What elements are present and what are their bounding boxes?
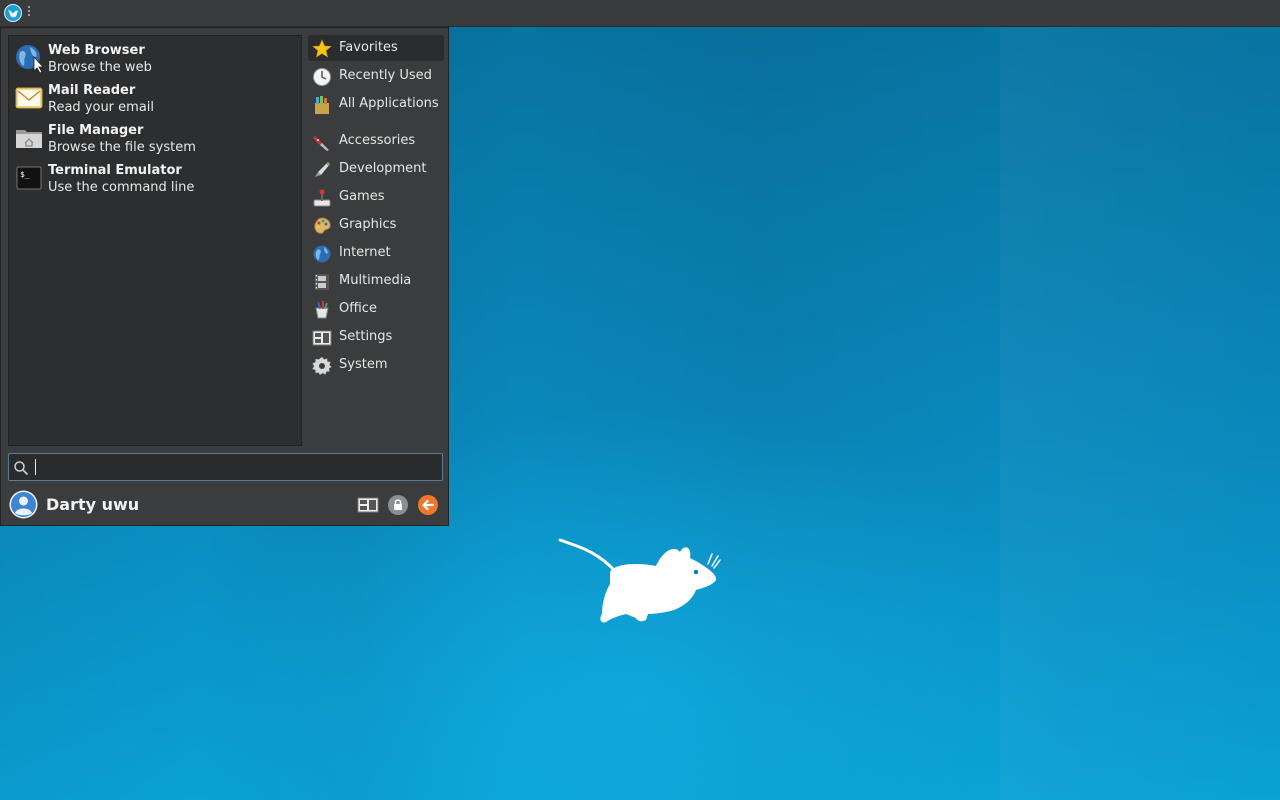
category-label: Internet [339,245,391,260]
favorite-description: Use the command line [48,180,195,195]
text-cursor [35,459,36,475]
favorite-file-manager[interactable]: File Manager Browse the file system [12,119,298,157]
lock-screen-button[interactable] [387,494,409,516]
favorite-title: Web Browser [48,43,145,58]
star-icon [312,39,332,59]
gear-icon [312,356,332,376]
settings-icon [312,328,332,348]
category-all-applications[interactable]: All Applications [308,91,444,117]
search-input[interactable] [39,457,438,479]
favorite-description: Browse the file system [48,140,196,155]
category-graphics[interactable]: Graphics [308,212,444,238]
category-label: System [339,357,388,372]
office-icon [312,300,332,320]
development-icon [312,160,332,180]
terminal-icon: $_ [14,163,44,193]
search-field[interactable] [8,453,443,481]
whisker-menu: Web Browser Browse the web Mail Reader R… [0,27,449,526]
settings-manager-icon [357,497,379,513]
envelope-icon [14,83,44,113]
category-internet[interactable]: Internet [308,240,444,266]
category-system[interactable]: System [308,352,444,378]
category-settings[interactable]: Settings [308,324,444,350]
xfce-mouse-logo [556,534,724,626]
user-info: Darty uwu [9,490,309,520]
category-favorites[interactable]: Favorites [308,35,444,61]
category-label: Games [339,189,385,204]
category-recently-used[interactable]: Recently Used [308,63,444,89]
favorite-title: Terminal Emulator [48,163,182,178]
favorite-mail-reader[interactable]: Mail Reader Read your email [12,79,298,117]
settings-manager-button[interactable] [357,494,379,516]
category-label: Settings [339,329,393,344]
favorite-title: Mail Reader [48,83,136,98]
folder-icon [14,123,44,153]
category-label: Recently Used [339,68,432,83]
joystick-icon [312,188,332,208]
globe-icon [312,244,332,264]
favorites-list: Web Browser Browse the web Mail Reader R… [8,35,302,446]
category-games[interactable]: Games [308,184,444,210]
film-icon [312,272,332,292]
category-multimedia[interactable]: Multimedia [308,268,444,294]
category-label: Accessories [339,133,416,148]
category-label: All Applications [339,96,439,111]
favorite-description: Browse the web [48,60,152,75]
accessories-icon [312,132,332,152]
logout-icon [418,495,438,515]
category-label: Graphics [339,217,397,232]
favorite-web-browser[interactable]: Web Browser Browse the web [12,39,298,77]
xfce-whisker-icon[interactable] [4,4,22,22]
category-accessories[interactable]: Accessories [308,128,444,154]
svg-text:$_: $_ [20,170,30,179]
lock-icon [388,495,408,515]
panel-handle-icon[interactable] [27,6,31,20]
search-icon [13,460,29,476]
logout-button[interactable] [417,494,439,516]
category-label: Development [339,161,427,176]
category-label: Favorites [339,40,398,55]
category-office[interactable]: Office [308,296,444,322]
favorite-terminal-emulator[interactable]: $_ Terminal Emulator Use the command lin… [12,159,298,197]
category-development[interactable]: Development [308,156,444,182]
favorite-title: File Manager [48,123,144,138]
user-name: Darty uwu [46,495,140,514]
category-label: Multimedia [339,273,412,288]
avatar [9,490,38,519]
category-label: Office [339,301,377,316]
clock-icon [312,67,332,87]
favorite-description: Read your email [48,100,155,115]
applications-icon [312,95,332,115]
palette-icon [312,216,332,236]
top-panel [0,0,1280,27]
globe-icon [14,43,44,74]
